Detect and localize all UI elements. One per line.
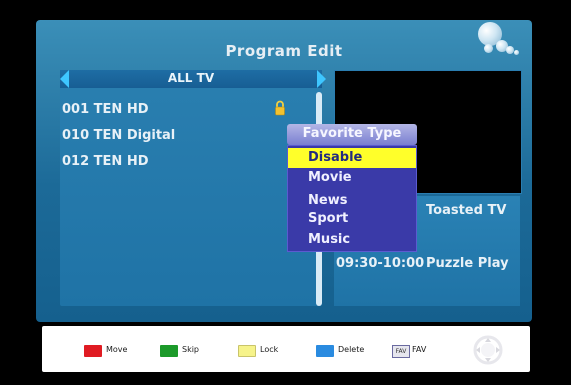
- favorite-option-movie[interactable]: Movie: [288, 168, 416, 188]
- channel-item[interactable]: 012 TEN HD: [62, 154, 149, 169]
- yellow-key-swatch: [238, 345, 256, 357]
- channel-item[interactable]: 001 TEN HD: [62, 102, 149, 117]
- next-program-title: Puzzle Play: [426, 256, 509, 271]
- footer-legend: Move Skip Lock Delete FAV FAV: [42, 326, 530, 372]
- red-key-swatch: [84, 345, 102, 357]
- legend-move-label: Move: [106, 345, 128, 354]
- now-program-title: Toasted TV: [426, 203, 507, 218]
- list-header: ALL TV: [60, 70, 326, 88]
- green-key-swatch: [160, 345, 178, 357]
- favorite-type-list: Disable Movie News Sport Music: [287, 145, 417, 252]
- favorite-option-music[interactable]: Music: [288, 230, 416, 250]
- channel-item[interactable]: 010 TEN Digital: [62, 128, 175, 143]
- favorite-type-title: Favorite Type: [302, 126, 402, 141]
- blue-key-swatch: [316, 345, 334, 357]
- legend-delete-label: Delete: [338, 345, 365, 354]
- page-title: Program Edit: [225, 42, 343, 60]
- bubbles-logo-icon: [478, 18, 538, 68]
- favorite-option-sport[interactable]: Sport: [288, 209, 416, 229]
- next-program-time: 09:30-10:00: [336, 256, 425, 271]
- legend-fav-label: FAV: [412, 345, 427, 354]
- favorite-type-header: Favorite Type: [287, 124, 417, 145]
- favorite-option-disable[interactable]: Disable: [288, 148, 416, 168]
- directional-pad-icon: [473, 335, 503, 365]
- fav-key-icon: FAV: [392, 345, 410, 358]
- right-arrow-icon[interactable]: [317, 70, 326, 88]
- lock-icon: [275, 100, 285, 116]
- list-title: ALL TV: [167, 71, 215, 85]
- favorite-option-news[interactable]: News: [288, 191, 416, 211]
- legend-lock-label: Lock: [260, 345, 279, 354]
- legend-skip-label: Skip: [182, 345, 200, 354]
